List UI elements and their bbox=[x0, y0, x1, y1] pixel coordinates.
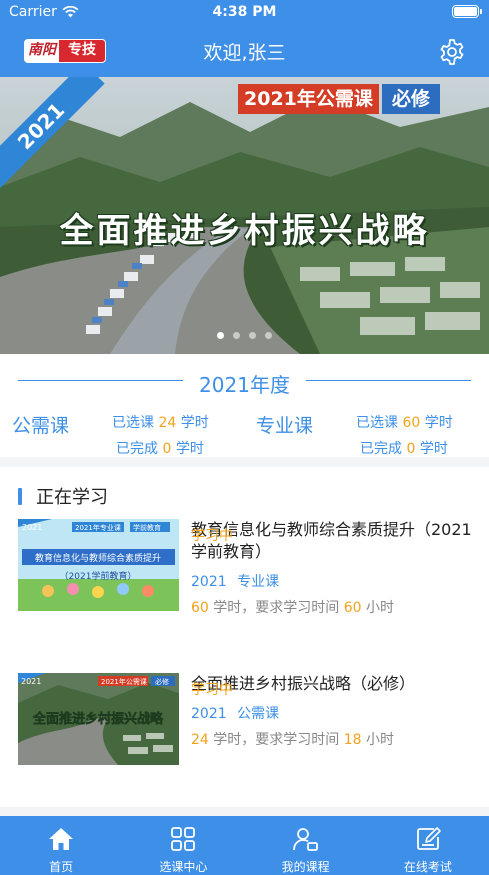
banner-tags: 2021年公需课 必修 bbox=[238, 84, 440, 114]
course-type: 专业课 bbox=[237, 574, 280, 590]
section-header: 正在学习 bbox=[18, 483, 108, 509]
course-status: 学习中 bbox=[191, 682, 233, 698]
thumb-line1: 全面推进乡村振兴战略 bbox=[32, 711, 164, 727]
professional-selected-value: 60 bbox=[402, 415, 421, 431]
section-title: 正在学习 bbox=[36, 487, 108, 508]
tab-online-exam[interactable]: 在线考试 bbox=[367, 816, 489, 875]
carousel-dot[interactable] bbox=[217, 332, 224, 339]
tab-label: 选课中心 bbox=[159, 860, 208, 874]
course-required-hours: 60 bbox=[343, 600, 362, 616]
banner-headline: 全面推进乡村振兴战略 bbox=[59, 211, 430, 251]
public-selected-value: 24 bbox=[158, 415, 177, 431]
course-type: 公需课 bbox=[237, 706, 280, 722]
course-year: 2021 bbox=[191, 706, 227, 722]
carousel-dot[interactable] bbox=[233, 332, 240, 339]
course-hours: 24 学时，要求学习时间 18 小时 bbox=[191, 729, 476, 749]
battery-icon bbox=[452, 5, 482, 18]
year-title: 2021年度 bbox=[183, 373, 306, 397]
professional-done-hours: 已完成 0 学时 bbox=[360, 438, 448, 458]
nav-bar: 南阳 专技 欢迎,张三 bbox=[0, 30, 489, 74]
tab-label: 在线考试 bbox=[403, 860, 452, 874]
course-hours-value: 60 bbox=[191, 600, 209, 616]
public-done-value: 0 bbox=[162, 441, 172, 457]
course-required-unit: 小时 bbox=[366, 600, 395, 616]
public-selected-hours: 已选课 24 学时 bbox=[112, 412, 209, 432]
thumb-year: 2021 bbox=[21, 677, 41, 686]
thumb-tag1: 2021年公需课 bbox=[101, 677, 147, 686]
course-hours-text: 学时，要求学习时间 bbox=[213, 732, 340, 748]
course-info: 全面推进乡村振兴战略（必修） 2021 公需课 24 学时，要求学习时间 18 … bbox=[191, 673, 476, 749]
banner-category-tag: 2021年公需课 bbox=[238, 84, 379, 114]
course-hours-text: 学时，要求学习时间 bbox=[213, 600, 340, 616]
exam-edit-icon bbox=[416, 827, 441, 850]
tab-home[interactable]: 首页 bbox=[0, 816, 122, 875]
public-done-prefix: 已完成 bbox=[116, 441, 158, 457]
professional-selected-hours: 已选课 60 学时 bbox=[356, 412, 453, 432]
course-info: 教育信息化与教师综合素质提升（2021学前教育） 2021 专业课 60 学时，… bbox=[191, 519, 476, 617]
course-year: 2021 bbox=[191, 574, 227, 590]
course-item[interactable]: 2021 2021年专业课 学前教育 教育信息化与教师综合素质提升 （2021学… bbox=[0, 519, 489, 639]
public-selected-unit: 学时 bbox=[180, 415, 209, 431]
public-done-unit: 学时 bbox=[175, 441, 204, 457]
thumb-line1: 教育信息化与教师综合素质提升 bbox=[35, 552, 161, 564]
professional-done-prefix: 已完成 bbox=[360, 441, 402, 457]
public-selected-prefix: 已选课 bbox=[112, 415, 154, 431]
course-hours: 60 学时，要求学习时间 60 小时 bbox=[191, 597, 476, 617]
carousel-dot[interactable] bbox=[265, 332, 272, 339]
professional-done-unit: 学时 bbox=[419, 441, 448, 457]
learning-section: 正在学习 2021 2021年专业课 学前教育 教育信息化与教师综合素质提升 （… bbox=[0, 467, 489, 807]
course-required-hours: 18 bbox=[343, 732, 362, 748]
carousel-dots bbox=[0, 332, 489, 339]
professional-done-value: 0 bbox=[406, 441, 416, 457]
status-bar: Carrier 4:38 PM bbox=[0, 0, 489, 26]
course-item[interactable]: 2021 2021年公需课 必修 全面推进乡村振兴战略 全面推进乡村振兴战略（必… bbox=[0, 673, 489, 793]
thumb-year: 2021 bbox=[22, 523, 42, 532]
course-required-unit: 小时 bbox=[366, 732, 395, 748]
professional-course-label[interactable]: 专业课 bbox=[256, 411, 313, 438]
tab-label: 首页 bbox=[49, 860, 74, 874]
public-course-label[interactable]: 公需课 bbox=[12, 411, 69, 438]
course-thumbnail: 2021 2021年专业课 学前教育 教育信息化与教师综合素质提升 （2021学… bbox=[18, 519, 179, 611]
course-hours-value: 24 bbox=[191, 732, 209, 748]
course-meta: 2021 专业课 bbox=[191, 571, 476, 591]
tab-label: 我的课程 bbox=[281, 860, 330, 874]
app-header: Carrier 4:38 PM 南阳 专技 欢迎,张三 bbox=[0, 0, 489, 77]
bottom-tab-bar: 首页 选课中心 我的课程 在线考试 bbox=[0, 816, 489, 875]
section-accent-bar bbox=[18, 487, 22, 505]
year-stats-panel: 2021年度 公需课 已选课 24 学时 已完成 0 学时 专业课 已选课 60… bbox=[0, 354, 489, 457]
course-cover-image: 2021 2021年公需课 必修 全面推进乡村振兴战略 bbox=[18, 673, 179, 765]
course-status: 学习中 bbox=[191, 528, 233, 544]
carousel-dot[interactable] bbox=[249, 332, 256, 339]
thumb-tag1: 2021年专业课 bbox=[75, 523, 121, 532]
grid-icon bbox=[171, 827, 196, 851]
professional-selected-prefix: 已选课 bbox=[356, 415, 398, 431]
page-title: 欢迎,张三 bbox=[203, 42, 286, 64]
promo-banner[interactable]: 2021 2021年公需课 必修 全面推进乡村振兴战略 bbox=[0, 77, 489, 354]
course-thumbnail: 2021 2021年公需课 必修 全面推进乡村振兴战略 bbox=[18, 673, 179, 765]
banner-required-tag: 必修 bbox=[381, 84, 440, 114]
thumb-line2: （2021学前教育） bbox=[60, 570, 137, 582]
course-meta: 2021 公需课 bbox=[191, 703, 476, 723]
tab-course-center[interactable]: 选课中心 bbox=[122, 816, 244, 875]
thumb-tag2: 必修 bbox=[155, 677, 169, 686]
course-cover-image: 2021 2021年专业课 学前教育 教育信息化与教师综合素质提升 （2021学… bbox=[18, 519, 179, 611]
professional-selected-unit: 学时 bbox=[424, 415, 453, 431]
settings-gear-icon[interactable] bbox=[437, 37, 467, 67]
year-title-wrap: 2021年度 bbox=[0, 369, 489, 398]
clock: 4:38 PM bbox=[212, 4, 277, 20]
thumb-tag2: 学前教育 bbox=[133, 523, 161, 532]
user-course-icon bbox=[292, 828, 318, 851]
home-icon bbox=[49, 828, 74, 850]
tab-my-courses[interactable]: 我的课程 bbox=[245, 816, 367, 875]
public-done-hours: 已完成 0 学时 bbox=[116, 438, 204, 458]
